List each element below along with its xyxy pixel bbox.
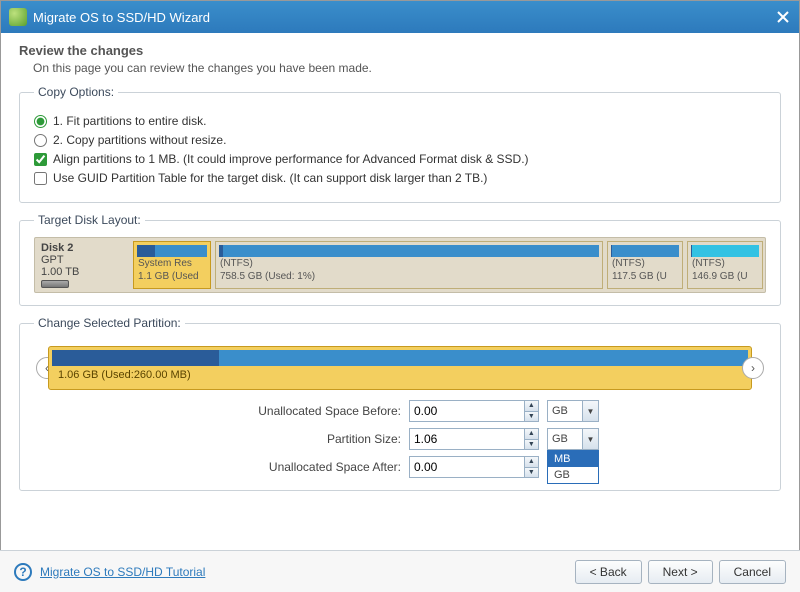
unalloc-before-input[interactable]: ▲▼: [409, 400, 539, 422]
selected-partition-label: 1.06 GB (Used:260.00 MB): [52, 369, 748, 381]
disk-size: 1.00 TB: [41, 266, 125, 278]
copy-options-group: Copy Options: 1. Fit partitions to entir…: [19, 85, 781, 203]
titlebar: Migrate OS to SSD/HD Wizard: [1, 1, 799, 33]
target-disk-legend: Target Disk Layout:: [34, 213, 145, 227]
radio-copy-noResize[interactable]: [34, 134, 47, 147]
checkbox-align-label: Align partitions to 1 MB. (It could impr…: [53, 152, 529, 166]
partition-size: 758.5 GB (Used: 1%): [216, 270, 602, 283]
unit-dropdown: MB GB: [547, 450, 599, 484]
close-icon[interactable]: [775, 9, 791, 25]
radio-fit-label: 1. Fit partitions to entire disk.: [53, 114, 206, 128]
change-selected-legend: Change Selected Partition:: [34, 316, 185, 330]
unit-select-size[interactable]: GB ▼ MB GB: [547, 428, 599, 450]
page-subtitle: On this page you can review the changes …: [33, 61, 781, 75]
change-selected-partition-group: Change Selected Partition: ‹ 1.06 GB (Us…: [19, 316, 781, 491]
partition-ntfs-2[interactable]: (NTFS) 117.5 GB (U: [607, 241, 683, 289]
next-button[interactable]: Next >: [648, 560, 713, 584]
partition-ntfs-3[interactable]: (NTFS) 146.9 GB (U: [687, 241, 763, 289]
checkbox-guid-label: Use GUID Partition Table for the target …: [53, 171, 487, 185]
radio-fit-partitions[interactable]: [34, 115, 47, 128]
partition-size: 1.1 GB (Used: [134, 270, 210, 283]
cancel-button[interactable]: Cancel: [719, 560, 786, 584]
window-title: Migrate OS to SSD/HD Wizard: [33, 10, 775, 25]
chevron-down-icon[interactable]: ▼: [582, 401, 598, 421]
unalloc-after-label: Unallocated Space After:: [201, 460, 401, 474]
spin-down-icon[interactable]: ▼: [525, 440, 538, 450]
unit-value: GB: [548, 401, 582, 421]
partition-label: System Res: [134, 257, 210, 270]
unalloc-after-field[interactable]: [410, 457, 524, 477]
chevron-down-icon[interactable]: ▼: [582, 429, 598, 449]
spin-down-icon[interactable]: ▼: [525, 468, 538, 478]
unalloc-before-field[interactable]: [410, 401, 524, 421]
disk-type: GPT: [41, 254, 125, 266]
unit-value: GB: [548, 429, 582, 449]
partition-size-input[interactable]: ▲▼: [409, 428, 539, 450]
partition-label: (NTFS): [688, 257, 762, 270]
footer-bar: ? Migrate OS to SSD/HD Tutorial < Back N…: [0, 550, 800, 592]
app-icon: [9, 8, 27, 26]
partition-size-label: Partition Size:: [201, 432, 401, 446]
disk-name: Disk 2: [41, 242, 125, 254]
partition-label: (NTFS): [216, 257, 602, 270]
checkbox-guid-table[interactable]: [34, 172, 47, 185]
unit-option-mb[interactable]: MB: [548, 451, 598, 467]
unalloc-before-label: Unallocated Space Before:: [201, 404, 401, 418]
spin-up-icon[interactable]: ▲: [525, 401, 538, 412]
unit-select-before[interactable]: GB ▼: [547, 400, 599, 422]
disk-info: Disk 2 GPT 1.00 TB: [35, 238, 131, 292]
partition-ntfs-main[interactable]: (NTFS) 758.5 GB (Used: 1%): [215, 241, 603, 289]
partition-size: 146.9 GB (U: [688, 270, 762, 283]
copy-options-legend: Copy Options:: [34, 85, 118, 99]
tutorial-link[interactable]: Migrate OS to SSD/HD Tutorial: [40, 565, 205, 579]
partition-label: (NTFS): [608, 257, 682, 270]
page-title: Review the changes: [19, 43, 781, 58]
help-icon[interactable]: ?: [14, 563, 32, 581]
disk-layout-row: Disk 2 GPT 1.00 TB System Res 1.1 GB (Us…: [34, 237, 766, 293]
partition-size-field[interactable]: [410, 429, 524, 449]
spin-down-icon[interactable]: ▼: [525, 412, 538, 422]
partition-next-button[interactable]: ›: [742, 357, 764, 379]
target-disk-layout-group: Target Disk Layout: Disk 2 GPT 1.00 TB S…: [19, 213, 781, 306]
back-button[interactable]: < Back: [575, 560, 642, 584]
partition-size: 117.5 GB (U: [608, 270, 682, 283]
spin-up-icon[interactable]: ▲: [525, 457, 538, 468]
unalloc-after-input[interactable]: ▲▼: [409, 456, 539, 478]
spin-up-icon[interactable]: ▲: [525, 429, 538, 440]
hdd-icon: [41, 280, 69, 288]
checkbox-align-1mb[interactable]: [34, 153, 47, 166]
partition-system-reserved[interactable]: System Res 1.1 GB (Used: [133, 241, 211, 289]
selected-partition-bar[interactable]: 1.06 GB (Used:260.00 MB): [48, 346, 752, 390]
radio-copy-label: 2. Copy partitions without resize.: [53, 133, 226, 147]
unit-option-gb[interactable]: GB: [548, 467, 598, 483]
